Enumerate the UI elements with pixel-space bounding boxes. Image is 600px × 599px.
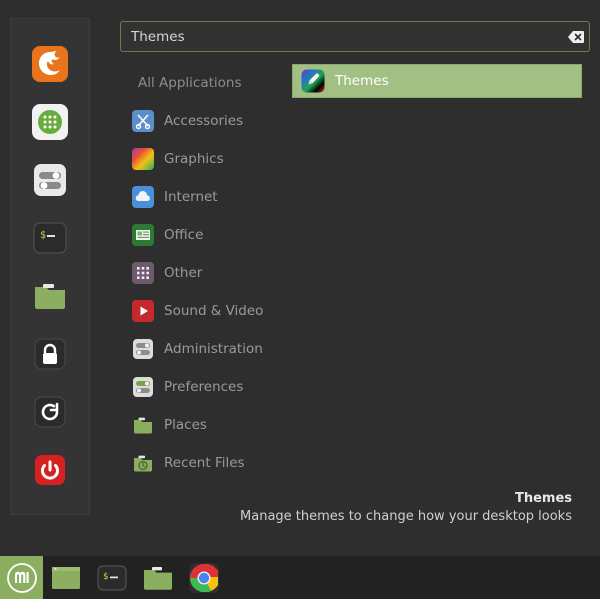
status-title: Themes <box>514 491 572 506</box>
office-icon <box>132 224 154 246</box>
category-all-applications[interactable]: All Applications <box>120 64 285 102</box>
linux-mint-logo-icon <box>6 562 37 593</box>
category-office[interactable]: Office <box>120 216 285 254</box>
favorite-lock-screen[interactable] <box>29 333 71 375</box>
category-label: Internet <box>164 189 218 205</box>
category-internet[interactable]: Internet <box>120 178 285 216</box>
window-icon <box>52 566 80 589</box>
favorite-files[interactable] <box>29 275 71 317</box>
category-recent-files[interactable]: Recent Files <box>120 444 285 482</box>
favorite-software-manager[interactable] <box>29 101 71 143</box>
category-accessories[interactable]: Accessories <box>120 102 285 140</box>
power-icon <box>35 455 65 485</box>
category-label: Other <box>164 265 203 281</box>
search-input[interactable] <box>121 28 563 45</box>
folder-icon <box>35 284 65 309</box>
category-label: Sound & Video <box>164 303 264 319</box>
favorite-firefox[interactable] <box>29 43 71 85</box>
category-label: All Applications <box>138 75 242 91</box>
recent-files-icon <box>134 455 152 472</box>
favorite-quit[interactable] <box>29 449 71 491</box>
category-sound-video[interactable]: Sound & Video <box>120 292 285 330</box>
category-label: Places <box>164 417 207 433</box>
category-label: Graphics <box>164 151 224 167</box>
clear-search-button[interactable] <box>563 22 589 51</box>
svg-text:$: $ <box>103 572 108 582</box>
status-description-text: Manage themes to change how your desktop… <box>240 509 572 524</box>
search-results-list: Themes <box>292 64 582 98</box>
category-places[interactable]: Places <box>120 406 285 444</box>
category-label: Accessories <box>164 113 244 129</box>
category-administration[interactable]: Administration <box>120 330 285 368</box>
category-label: Administration <box>164 341 263 357</box>
places-icon <box>134 417 152 434</box>
taskbar-item-terminal[interactable]: $ <box>89 556 135 599</box>
terminal-icon: $ <box>97 565 127 590</box>
taskbar-item-files[interactable] <box>135 556 181 599</box>
application-menu-window: $ Themes All Applications Accessories Gr… <box>0 0 600 556</box>
status-description: Themes Manage themes to change how your … <box>240 490 572 526</box>
preferences-icon <box>133 377 153 397</box>
taskbar-item-window[interactable] <box>43 556 89 599</box>
favorite-system-settings[interactable] <box>29 159 71 201</box>
search-box[interactable] <box>120 21 590 52</box>
category-list: All Applications Accessories Graphics In… <box>120 64 285 482</box>
category-other[interactable]: Other <box>120 254 285 292</box>
internet-icon <box>132 186 154 208</box>
terminal-icon: $ <box>33 222 67 254</box>
accessories-icon <box>132 110 154 132</box>
favorite-terminal[interactable]: $ <box>29 217 71 259</box>
software-manager-icon <box>32 104 68 140</box>
settings-toggles-icon <box>34 164 66 196</box>
favorites-sidebar: $ <box>10 18 90 515</box>
lock-icon <box>34 338 66 370</box>
svg-text:$: $ <box>40 230 46 241</box>
sound-video-icon <box>132 300 154 322</box>
folder-icon <box>144 566 172 590</box>
firefox-icon <box>32 46 68 82</box>
logout-icon <box>34 396 66 428</box>
category-preferences[interactable]: Preferences <box>120 368 285 406</box>
result-item-label: Themes <box>335 73 389 89</box>
category-label: Office <box>164 227 204 243</box>
menu-button[interactable] <box>0 556 43 599</box>
category-graphics[interactable]: Graphics <box>120 140 285 178</box>
category-label: Preferences <box>164 379 244 395</box>
favorite-logout[interactable] <box>29 391 71 433</box>
chrome-icon <box>189 562 219 593</box>
clear-backspace-icon <box>568 30 584 43</box>
result-item-themes[interactable]: Themes <box>292 64 582 98</box>
administration-icon <box>133 339 153 359</box>
taskbar-item-chrome[interactable] <box>181 556 227 599</box>
graphics-icon <box>132 148 154 170</box>
themes-icon <box>301 69 325 93</box>
desktop-root: $ Themes All Applications Accessories Gr… <box>0 0 600 599</box>
category-label: Recent Files <box>164 455 245 471</box>
taskbar: $ <box>0 556 600 599</box>
other-icon <box>132 262 154 284</box>
